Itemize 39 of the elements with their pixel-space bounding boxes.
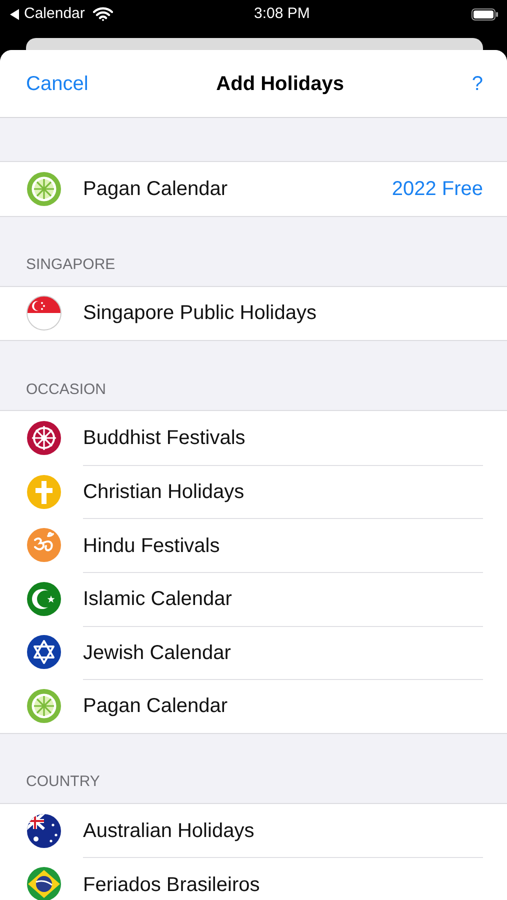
battery-icon <box>471 8 499 20</box>
list-row[interactable]: Christian Holidays <box>0 464 507 518</box>
row-label: Hindu Festivals <box>83 534 220 559</box>
back-app-label[interactable]: Calendar <box>24 2 85 26</box>
help-button[interactable]: ? <box>472 68 483 98</box>
row-label: Islamic Calendar <box>83 587 232 612</box>
star-of-david-icon <box>26 634 62 670</box>
row-label: Pagan Calendar <box>83 176 228 202</box>
row-label: Christian Holidays <box>83 480 244 506</box>
section-header: SINGAPORE <box>26 255 116 276</box>
list-row[interactable]: Feriados Brasileiros <box>0 857 507 900</box>
list-row[interactable]: Buddhist Festivals <box>0 411 507 465</box>
status-time: 3:08 PM <box>254 4 310 24</box>
wheel-icon <box>26 688 62 724</box>
list-row[interactable]: Singapore Public Holidays <box>0 286 507 340</box>
wifi-icon <box>92 7 113 21</box>
row-label: Pagan Calendar <box>83 694 228 720</box>
section-header: COUNTRY <box>26 772 100 792</box>
list-row[interactable]: Jewish Calendar <box>0 626 507 680</box>
row-label: Australian Holidays <box>83 818 254 844</box>
wheel-icon <box>26 170 62 207</box>
back-icon <box>10 8 20 20</box>
list-row[interactable]: Hindu Festivals <box>0 518 507 572</box>
flag-icon <box>26 295 62 332</box>
om-symbol-icon <box>26 527 62 564</box>
list-row[interactable]: Pagan Calendar <box>0 679 507 733</box>
cancel-button[interactable]: Cancel <box>26 68 88 98</box>
price-label: 2022 Free <box>392 176 483 202</box>
row-label: Feriados Brasileiros <box>83 872 260 898</box>
row-label: Singapore Public Holidays <box>83 301 316 326</box>
row-label: Buddhist Festivals <box>83 426 246 451</box>
row-label: Jewish Calendar <box>83 640 231 666</box>
list-row[interactable]: Australian Holidays <box>0 804 507 858</box>
wheel-icon <box>26 420 62 456</box>
cross-icon <box>26 474 62 510</box>
list-row[interactable]: Pagan Calendar 2022 Free <box>0 162 507 216</box>
section-header: OCCASION <box>26 380 106 400</box>
list-row[interactable]: Islamic Calendar <box>0 572 507 626</box>
sheet-title: Add Holidays <box>216 72 344 96</box>
